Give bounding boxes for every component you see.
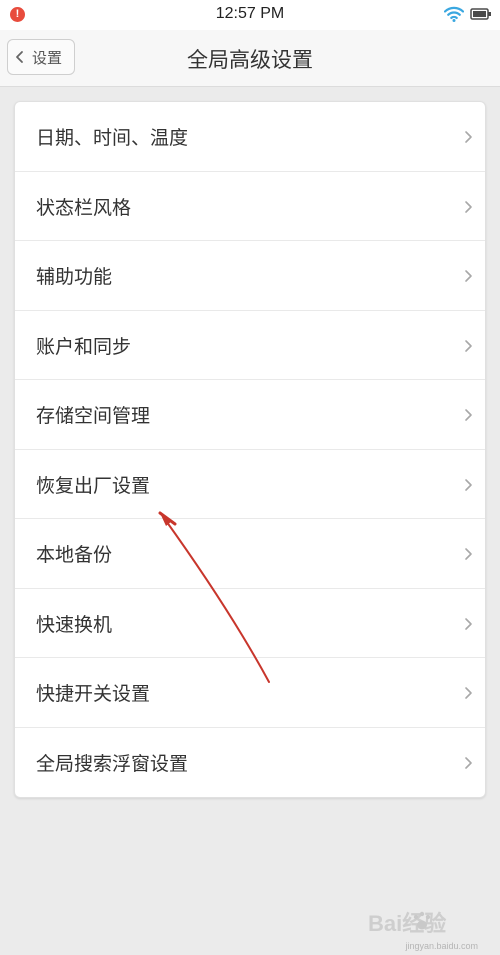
chevron-right-icon [465, 756, 472, 769]
chevron-right-icon [465, 687, 472, 699]
list-item-label: 账户和同步 [36, 335, 132, 358]
list-item-factory-reset[interactable]: 恢复出厂设置 [15, 450, 485, 519]
chevron-right-icon [465, 617, 472, 630]
list-item-label: 状态栏风格 [36, 196, 132, 219]
list-item-label: 存储空间管理 [36, 405, 151, 427]
chevron-right-icon [465, 339, 472, 352]
list-item-global-search-float[interactable]: 全局搜索浮窗设置 [15, 728, 485, 798]
list-item-label: 快速换机 [36, 613, 113, 636]
list-item-label: 本地备份 [36, 544, 113, 566]
chevron-right-icon [465, 270, 472, 282]
watermark-text: Bai经验 [368, 911, 446, 936]
list-item-label: 恢复出厂设置 [36, 474, 151, 497]
watermark-logo: Bai经验 [368, 911, 446, 936]
chevron-right-icon [465, 548, 472, 560]
chevron-right-icon [465, 478, 472, 491]
list-item-accessibility[interactable]: 辅助功能 [15, 241, 485, 311]
list-item-status-bar-style[interactable]: 状态栏风格 [15, 172, 485, 241]
watermark-subtext: jingyan.baidu.com [405, 941, 478, 951]
chevron-right-icon [465, 200, 472, 213]
battery-icon [470, 8, 491, 20]
list-item-accounts-sync[interactable]: 账户和同步 [15, 311, 485, 380]
status-bar: ! 12:57 PM [0, 0, 500, 30]
list-item-label: 日期、时间、温度 [36, 127, 189, 149]
list-item-quick-toggles[interactable]: 快捷开关设置 [15, 658, 485, 728]
settings-list: 日期、时间、温度 状态栏风格 辅助功能 账户和同步 存储空间管理 恢复出厂设置 … [14, 101, 486, 798]
list-item-date-time-temperature[interactable]: 日期、时间、温度 [15, 102, 485, 172]
list-item-label: 辅助功能 [36, 266, 113, 288]
list-item-label: 快捷开关设置 [36, 683, 151, 705]
list-item-storage-management[interactable]: 存储空间管理 [15, 380, 485, 450]
page-title: 全局高级设置 [187, 48, 313, 72]
status-time: 12:57 PM [215, 5, 285, 22]
chevron-right-icon [465, 409, 472, 421]
list-item-local-backup[interactable]: 本地备份 [15, 519, 485, 589]
wifi-icon [444, 6, 464, 22]
list-item-quick-transfer[interactable]: 快速换机 [15, 589, 485, 658]
chevron-right-icon [465, 131, 472, 143]
list-item-label: 全局搜索浮窗设置 [36, 752, 189, 775]
title-bar: 设置 全局高级设置 [0, 30, 500, 87]
